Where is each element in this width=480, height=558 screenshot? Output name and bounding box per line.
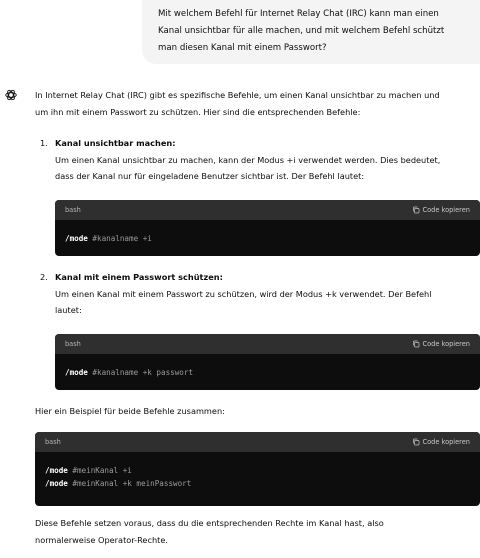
- user-message-line: Kanal unsichtbar für alle machen, und mi…: [158, 25, 445, 36]
- code-args: #meinKanal +i: [67, 466, 132, 475]
- code-command: /mode: [45, 466, 68, 475]
- list-item-number: 1.: [40, 138, 48, 148]
- code-language-label: bash: [45, 438, 61, 446]
- code-content: /mode #kanalname +k passwort: [55, 354, 480, 390]
- assistant-outro: Diese Befehle setzen voraus, dass du die…: [35, 515, 384, 548]
- code-args: #meinKanal +k meinPasswort: [67, 479, 192, 488]
- user-message-line: Mit welchem Befehl für Internet Relay Ch…: [158, 9, 439, 19]
- code-content: /mode #meinKanal +i /mode #meinKanal +k …: [35, 452, 480, 502]
- assistant-intro: In Internet Relay Chat (IRC) gibt es spe…: [35, 87, 479, 120]
- code-command: /mode: [65, 234, 88, 243]
- copy-code-label: Code kopieren: [422, 438, 470, 446]
- assistant-intro-line: In Internet Relay Chat (IRC) gibt es spe…: [35, 90, 440, 100]
- list-item-text: Um einen Kanal unsichtbar zu machen, kan…: [55, 154, 441, 165]
- list-item: 1. Kanal unsichtbar machen: Um einen Kan…: [35, 135, 479, 185]
- list-item-text: dass der Kanal nur für eingeladene Benut…: [55, 171, 365, 182]
- code-block-header: bash Code kopieren: [55, 334, 480, 354]
- copy-code-button[interactable]: Code kopieren: [412, 432, 470, 452]
- code-block: bash Code kopieren /mode #kanalname +i: [55, 200, 480, 256]
- copy-code-button[interactable]: Code kopieren: [412, 200, 470, 220]
- assistant-outro-line: Diese Befehle setzen voraus, dass du die…: [35, 518, 384, 528]
- copy-code-button[interactable]: Code kopieren: [412, 334, 470, 354]
- copy-icon: [412, 340, 419, 348]
- list-item: 2. Kanal mit einem Passwort schützen: Um…: [35, 269, 479, 319]
- code-block-header: bash Code kopieren: [35, 432, 480, 452]
- code-block: bash Code kopieren /mode #kanalname +k p…: [55, 334, 480, 390]
- copy-code-label: Code kopieren: [422, 340, 470, 348]
- assistant-message: In Internet Relay Chat (IRC) gibt es spe…: [35, 87, 479, 545]
- code-language-label: bash: [65, 340, 81, 348]
- copy-icon: [412, 206, 419, 214]
- user-message-bubble: Mit welchem Befehl für Internet Relay Ch…: [142, 0, 480, 64]
- list-item-text: lautet:: [55, 305, 82, 316]
- copy-code-label: Code kopieren: [422, 206, 470, 214]
- code-block: bash Code kopieren /mode #meinKanal +i /…: [35, 432, 480, 506]
- code-command: /mode: [65, 368, 88, 377]
- user-message-line: man diesen Kanal mit einem Passwort?: [158, 42, 327, 53]
- openai-logo-icon: [5, 89, 17, 101]
- list-item-title: Kanal mit einem Passwort schützen:: [55, 272, 223, 282]
- example-intro: Hier ein Beispiel für beide Befehle zusa…: [35, 406, 225, 416]
- assistant-intro-line: um ihn mit einem Passwort zu schützen. H…: [35, 106, 361, 117]
- code-args: #kanalname +k passwort: [87, 368, 194, 377]
- copy-icon: [412, 438, 419, 446]
- code-command: /mode: [45, 479, 68, 488]
- code-language-label: bash: [65, 206, 81, 214]
- list-item-title: Kanal unsichtbar machen:: [55, 138, 176, 148]
- list-item-number: 2.: [40, 272, 48, 282]
- code-args: #kanalname +i: [87, 234, 152, 243]
- assistant-outro-line: normalerweise Operator-Rechte.: [35, 534, 168, 545]
- code-content: /mode #kanalname +i: [55, 220, 480, 256]
- code-block-header: bash Code kopieren: [55, 200, 480, 220]
- list-item-text: Um einen Kanal mit einem Passwort zu sch…: [55, 288, 432, 299]
